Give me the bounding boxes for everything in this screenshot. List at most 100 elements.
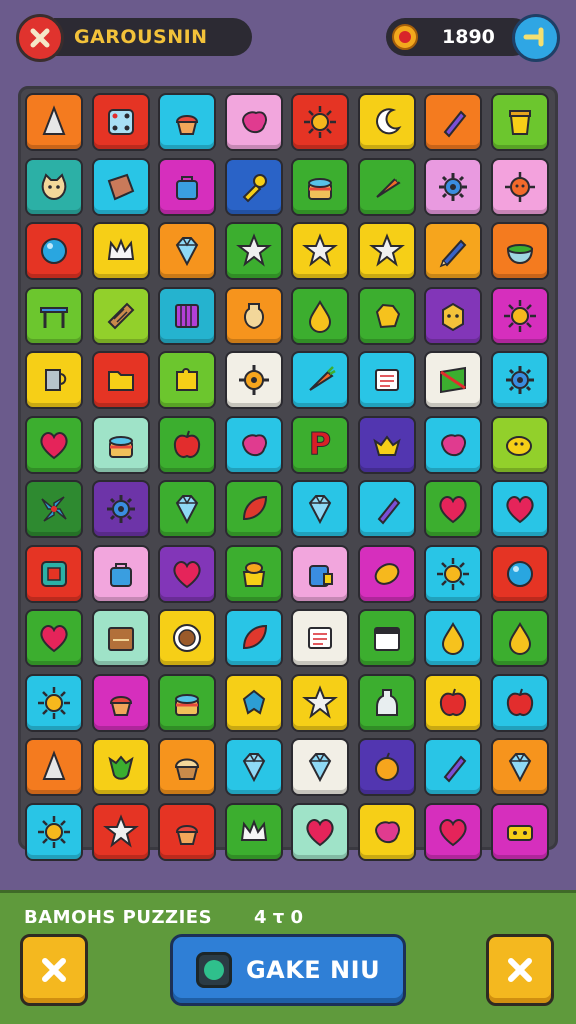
puzzle-tile[interactable] [158, 286, 216, 345]
puzzle-tile[interactable] [357, 480, 416, 538]
puzzle-tile[interactable] [424, 351, 482, 409]
puzzle-tile[interactable] [224, 351, 283, 409]
next-button[interactable] [512, 14, 560, 62]
puzzle-tile[interactable] [158, 738, 216, 796]
puzzle-tile[interactable] [424, 673, 482, 732]
puzzle-tile[interactable] [291, 222, 349, 280]
puzzle-tile[interactable] [490, 480, 549, 538]
puzzle-tile[interactable] [291, 738, 349, 796]
puzzle-tile[interactable] [424, 544, 482, 603]
puzzle-tile[interactable] [424, 93, 482, 151]
puzzle-tile[interactable] [291, 93, 349, 151]
puzzle-tile[interactable] [25, 351, 83, 409]
puzzle-tile[interactable] [357, 157, 416, 216]
puzzle-tile[interactable] [357, 738, 416, 796]
puzzle-tile[interactable] [291, 802, 349, 861]
puzzle-tile[interactable] [224, 609, 283, 667]
puzzle-tile[interactable] [158, 351, 216, 409]
puzzle-tile[interactable] [91, 351, 150, 409]
left-close-button[interactable] [20, 934, 88, 1006]
puzzle-tile[interactable] [357, 544, 416, 603]
puzzle-tile[interactable] [424, 802, 482, 861]
puzzle-tile[interactable] [224, 544, 283, 603]
puzzle-tile[interactable] [25, 738, 83, 796]
puzzle-tile[interactable] [490, 351, 549, 409]
puzzle-tile[interactable] [357, 351, 416, 409]
puzzle-tile[interactable] [158, 93, 216, 151]
puzzle-tile[interactable] [25, 544, 83, 603]
puzzle-tile[interactable] [224, 157, 283, 216]
new-game-button[interactable]: GAKE NIU [170, 934, 406, 1006]
puzzle-tile[interactable] [224, 480, 283, 538]
puzzle-tile[interactable] [490, 286, 549, 345]
puzzle-tile[interactable] [291, 351, 349, 409]
puzzle-tile[interactable] [291, 673, 349, 732]
puzzle-tile[interactable] [224, 93, 283, 151]
puzzle-tile[interactable] [25, 673, 83, 732]
puzzle-tile[interactable] [25, 609, 83, 667]
puzzle-tile[interactable]: P [291, 415, 349, 474]
puzzle-tile[interactable] [490, 738, 549, 796]
puzzle-tile[interactable] [357, 222, 416, 280]
puzzle-tile[interactable] [291, 157, 349, 216]
puzzle-tile[interactable] [291, 544, 349, 603]
puzzle-tile[interactable] [158, 673, 216, 732]
puzzle-tile[interactable] [490, 157, 549, 216]
puzzle-tile[interactable] [357, 415, 416, 474]
puzzle-tile[interactable] [291, 286, 349, 345]
puzzle-tile[interactable] [224, 415, 283, 474]
puzzle-tile[interactable] [357, 609, 416, 667]
puzzle-tile[interactable] [158, 222, 216, 280]
puzzle-tile[interactable] [158, 480, 216, 538]
puzzle-tile[interactable] [291, 609, 349, 667]
puzzle-tile[interactable] [424, 415, 482, 474]
puzzle-tile[interactable] [91, 544, 150, 603]
right-close-button[interactable] [486, 934, 554, 1006]
puzzle-tile[interactable] [490, 93, 549, 151]
puzzle-tile[interactable] [25, 286, 83, 345]
puzzle-tile[interactable] [490, 544, 549, 603]
puzzle-tile[interactable] [357, 802, 416, 861]
puzzle-tile[interactable] [91, 286, 150, 345]
puzzle-tile[interactable] [25, 157, 83, 216]
puzzle-tile[interactable] [91, 802, 150, 861]
puzzle-tile[interactable] [224, 802, 283, 861]
puzzle-tile[interactable] [490, 222, 549, 280]
puzzle-tile[interactable] [158, 609, 216, 667]
puzzle-tile[interactable] [158, 157, 216, 216]
puzzle-tile[interactable] [158, 415, 216, 474]
puzzle-tile[interactable] [424, 609, 482, 667]
puzzle-tile[interactable] [91, 93, 150, 151]
puzzle-tile[interactable] [25, 415, 83, 474]
puzzle-tile[interactable] [424, 286, 482, 345]
puzzle-tile[interactable] [91, 480, 150, 538]
puzzle-tile[interactable] [91, 415, 150, 474]
puzzle-tile[interactable] [424, 480, 482, 538]
puzzle-tile[interactable] [158, 544, 216, 603]
puzzle-tile[interactable] [490, 415, 549, 474]
puzzle-tile[interactable] [490, 609, 549, 667]
puzzle-tile[interactable] [291, 480, 349, 538]
puzzle-tile[interactable] [25, 222, 83, 280]
puzzle-tile[interactable] [490, 673, 549, 732]
puzzle-tile[interactable] [357, 93, 416, 151]
puzzle-tile[interactable] [91, 673, 150, 732]
puzzle-tile[interactable] [224, 673, 283, 732]
puzzle-tile[interactable] [25, 480, 83, 538]
puzzle-tile[interactable] [91, 738, 150, 796]
puzzle-tile[interactable] [224, 222, 283, 280]
puzzle-tile[interactable] [490, 802, 549, 861]
puzzle-tile[interactable] [424, 222, 482, 280]
puzzle-tile[interactable] [424, 738, 482, 796]
puzzle-tile[interactable] [357, 286, 416, 345]
puzzle-tile[interactable] [25, 93, 83, 151]
puzzle-tile[interactable] [224, 738, 283, 796]
puzzle-tile[interactable] [91, 157, 150, 216]
close-button[interactable] [16, 14, 64, 62]
puzzle-tile[interactable] [91, 222, 150, 280]
puzzle-tile[interactable] [357, 673, 416, 732]
puzzle-tile[interactable] [158, 802, 216, 861]
puzzle-tile[interactable] [25, 802, 83, 861]
puzzle-tile[interactable] [91, 609, 150, 667]
puzzle-tile[interactable] [224, 286, 283, 345]
